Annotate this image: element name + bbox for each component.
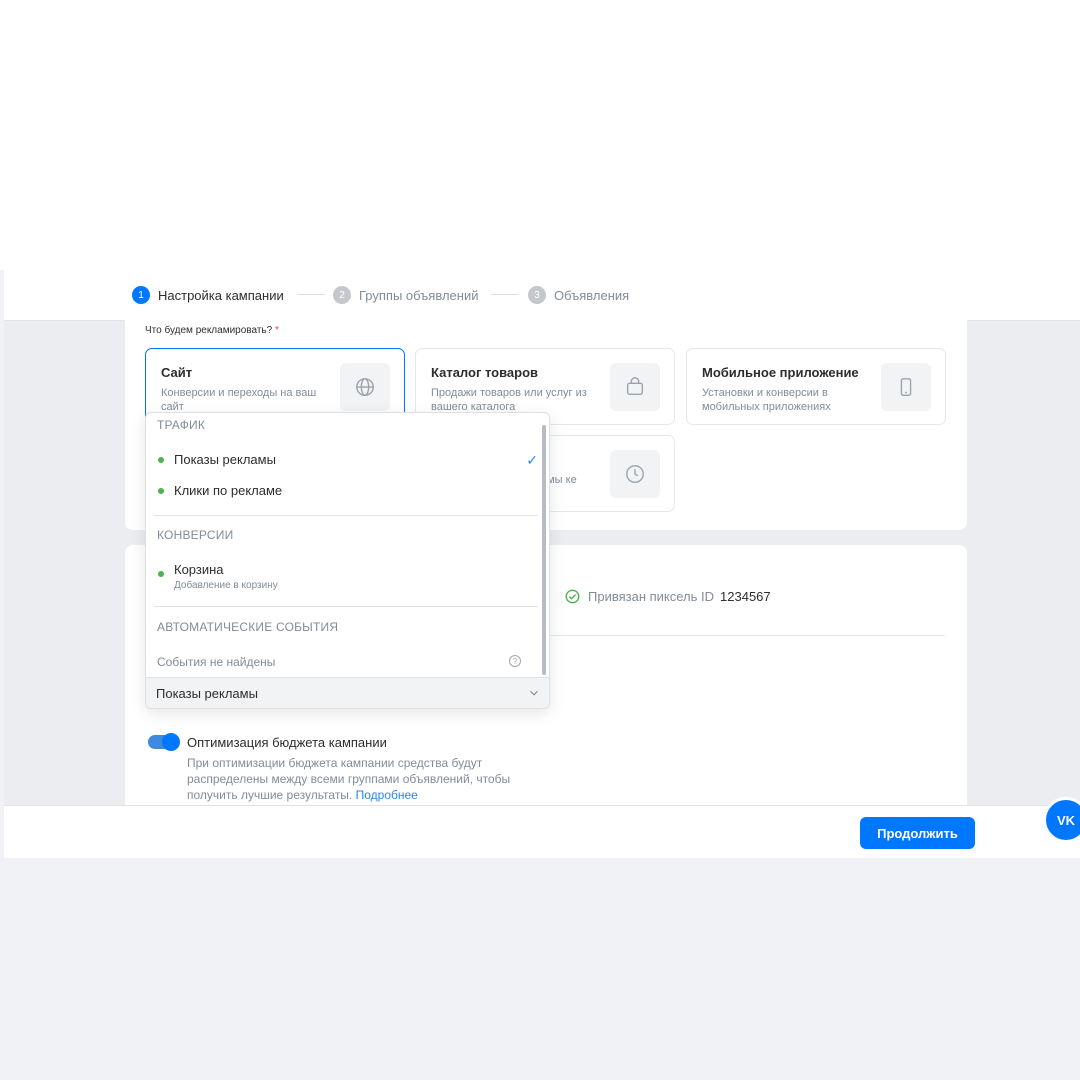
objective-question: Что будем рекламировать? *: [145, 325, 279, 336]
checkmark-icon: ✓: [526, 452, 538, 468]
group-auto-events: АВТОМАТИЧЕСКИЕ СОБЫТИЯ: [157, 620, 339, 634]
group-traffic: ТРАФИК: [157, 418, 206, 432]
divider: [154, 515, 538, 516]
item-label: Клики по рекламе: [174, 483, 283, 498]
group-conversions: КОНВЕРСИИ: [157, 528, 234, 542]
option-title: Мобильное приложение: [702, 365, 859, 380]
phone-icon: [881, 363, 931, 411]
divider: [154, 606, 538, 607]
item-label: Показы рекламы: [174, 452, 276, 467]
vk-widget-label: VK: [1056, 812, 1076, 828]
status-dot: [158, 487, 164, 494]
globe-icon: [340, 363, 390, 411]
clock-icon: [610, 450, 660, 498]
select-value: Показы рекламы: [156, 685, 258, 701]
help-icon[interactable]: ?: [509, 655, 521, 667]
top-background: [0, 0, 1080, 270]
option-desc: Конверсии и переходы на ваш сайт: [161, 387, 317, 413]
option-desc: Установки и конверсии в мобильных прилож…: [702, 387, 831, 413]
empty-state-text: События не найдены: [157, 655, 276, 669]
app-window: 1 Настройка кампании 2 Группы объявлений…: [4, 270, 1080, 858]
check-circle-icon: [565, 589, 580, 604]
step-ad-groups[interactable]: 2 Группы объявлений: [333, 285, 478, 305]
scrollbar[interactable]: [542, 425, 546, 675]
pixel-id: 1234567: [720, 589, 771, 604]
budget-optimization-title: Оптимизация бюджета кампании: [187, 735, 387, 750]
item-label: Корзина: [174, 561, 224, 577]
status-dot: [158, 571, 164, 577]
learn-more-link[interactable]: Подробнее: [356, 788, 418, 802]
shopping-bag-icon: [610, 363, 660, 411]
dropdown-item-cart[interactable]: Корзина: [158, 561, 538, 577]
step-label: Объявления: [554, 287, 630, 303]
chevron-down-icon: [530, 690, 538, 696]
step-connector: [297, 294, 325, 295]
step-label: Настройка кампании: [158, 287, 284, 303]
dropdown-list: ТРАФИК Показы рекламы ✓ Клики по рекламе…: [146, 413, 541, 678]
toggle-knob: [162, 733, 180, 751]
option-desc: Продажи товаров или услуг из вашего ката…: [431, 387, 587, 413]
step-number: 2: [333, 286, 351, 304]
continue-button[interactable]: Продолжить: [860, 817, 975, 849]
footer-bar: Продолжить: [4, 805, 1080, 858]
option-title: Каталог товаров: [431, 365, 539, 380]
step-ads[interactable]: 3 Объявления: [528, 285, 629, 305]
status-dot: [158, 456, 164, 463]
budget-desc-text: При оптимизации бюджета кампании средств…: [187, 756, 511, 802]
option-title: Сайт: [161, 365, 193, 380]
budget-optimization-toggle[interactable]: [148, 733, 180, 751]
event-select[interactable]: Показы рекламы: [146, 677, 549, 708]
step-number: 3: [528, 286, 546, 304]
objective-option-mobile-app[interactable]: Мобильное приложение Установки и конверс…: [686, 348, 946, 425]
step-label: Группы объявлений: [359, 287, 479, 303]
budget-optimization-desc: При оптимизации бюджета кампании средств…: [187, 755, 527, 803]
pixel-label: Привязан пиксель ID: [588, 589, 715, 604]
dropdown-item-impressions[interactable]: Показы рекламы ✓: [158, 452, 538, 468]
step-connector: [491, 294, 519, 295]
dropdown-item-clicks[interactable]: Клики по рекламе: [158, 483, 538, 498]
pixel-status: Привязан пиксель ID 1234567: [565, 589, 771, 604]
item-sublabel: Добавление в корзину: [174, 580, 278, 591]
bottom-background: [0, 858, 1080, 1080]
step-campaign-settings[interactable]: 1 Настройка кампании: [132, 285, 284, 305]
step-number: 1: [132, 286, 150, 304]
event-dropdown: ТРАФИК Показы рекламы ✓ Клики по рекламе…: [145, 412, 550, 709]
required-mark: *: [274, 325, 279, 336]
question-text: Что будем рекламировать?: [145, 325, 273, 336]
